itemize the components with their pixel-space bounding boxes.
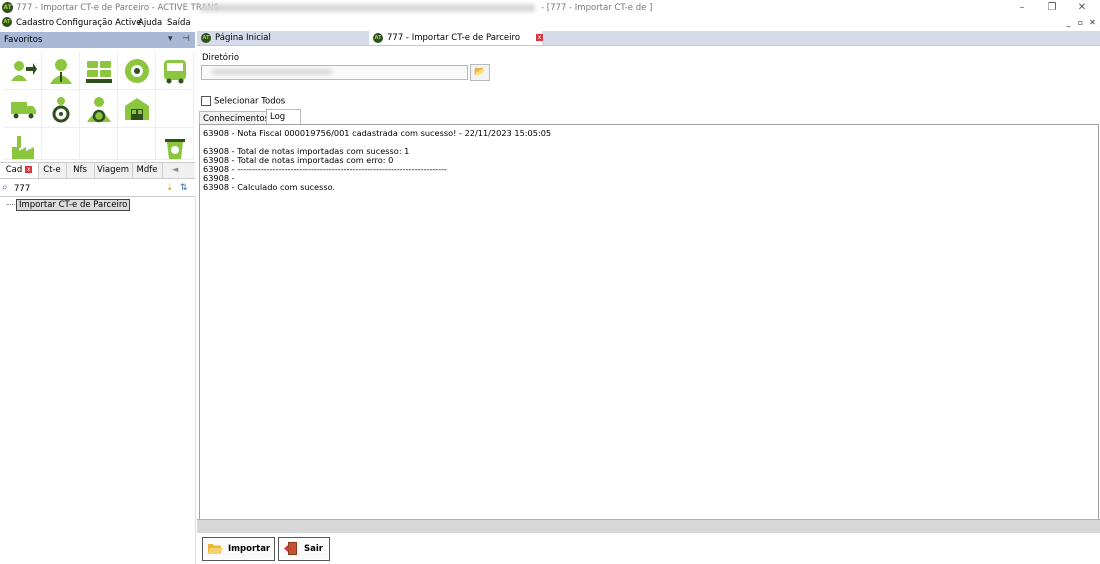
select-all-checkbox[interactable]: Selecionar Todos (201, 96, 285, 107)
redacted-directory-path (212, 69, 332, 75)
close-window-button[interactable]: ✕ (1068, 1, 1096, 15)
fav-bus[interactable] (156, 52, 194, 90)
sort-down-icon[interactable]: ⇣ (166, 183, 174, 193)
search-icon: ⌕ (2, 182, 8, 193)
bus-group-icon (86, 61, 112, 83)
tab-nfs[interactable]: Nfs (66, 163, 95, 178)
menu-saida[interactable]: Saída (167, 18, 191, 28)
fav-truck[interactable] (4, 90, 42, 128)
menu-configuracao[interactable]: Configuração Active (56, 18, 141, 28)
mdi-restore-button[interactable]: ▫ (1075, 18, 1086, 28)
factory-icon (12, 136, 34, 159)
fav-empty-slot (118, 128, 156, 160)
sort-toggle-icon[interactable]: ⇅ (180, 183, 188, 193)
fav-person[interactable] (42, 52, 80, 90)
exit-button[interactable]: Sair (278, 537, 330, 561)
window-title-suffix: - [777 - Importar CT-e de ] (541, 3, 653, 13)
tabs-scroll-left-icon[interactable]: ◄ (168, 163, 182, 178)
menu-logo-icon: AT (2, 17, 12, 27)
fav-recycle-bin[interactable] (156, 128, 194, 160)
tab-mdfe[interactable]: Mdfe (132, 163, 163, 178)
fav-empty-slot (156, 90, 194, 128)
user-arrow-icon (11, 61, 37, 81)
fav-warehouse[interactable] (118, 90, 156, 128)
log-panel[interactable]: 63908 - Nota Fiscal 000019756/001 cadast… (199, 124, 1099, 520)
folder-icon (208, 544, 223, 554)
tab-pagina-inicial-label: Página Inicial (215, 33, 271, 43)
minimize-button[interactable]: – (1008, 1, 1036, 15)
tab-cte[interactable]: Ct-e (38, 163, 67, 178)
tab-logo-icon: AT (373, 32, 383, 43)
tab-importar-cte[interactable]: AT 777 - Importar CT-e de Parceiro x (369, 31, 544, 45)
tab-importar-cte-label: 777 - Importar CT-e de Parceiro (387, 33, 521, 43)
import-button-label: Importar (228, 544, 271, 554)
app-logo-icon: AT (2, 2, 13, 13)
tab-pagina-inicial[interactable]: AT Página Inicial (201, 31, 271, 45)
tab-logo-icon: AT (201, 32, 211, 43)
tree-panel: Importar CT-e de Parceiro (0, 197, 196, 564)
fav-empty-slot (42, 128, 80, 160)
checkbox-box[interactable] (201, 96, 211, 106)
mdi-close-button[interactable]: ✕ (1087, 18, 1098, 28)
menu-ajuda[interactable]: Ajuda (138, 18, 162, 28)
folder-open-icon: 📂 (474, 67, 486, 77)
steering-person-icon (52, 97, 70, 123)
favorites-header: Favoritos ▾ ⊣ (0, 32, 195, 48)
tab-cad-label: Cad (5, 165, 23, 175)
truck-icon (11, 102, 36, 119)
import-button[interactable]: Importar (202, 537, 275, 561)
recycle-bin-icon (165, 139, 185, 159)
maximize-button[interactable]: ❐ (1038, 1, 1066, 15)
fav-steering-person[interactable] (42, 90, 80, 128)
search-input[interactable]: 777 (14, 184, 30, 194)
log-line: 63908 - Nota Fiscal 000019756/001 cadast… (203, 128, 552, 138)
warehouse-icon (125, 98, 149, 120)
tree-item-importar-cte[interactable]: Importar CT-e de Parceiro (16, 199, 131, 211)
redacted-title-area (200, 4, 535, 12)
log-line: 63908 - --------------------------------… (203, 164, 447, 174)
exit-button-label: Sair (304, 544, 323, 554)
log-line: 63908 - Calculado com sucesso. (203, 182, 336, 192)
left-tab-strip: Cad x Ct-e Nfs Viagem Mdfe ◄ (0, 162, 195, 179)
fav-empty-slot (80, 128, 118, 160)
tree-connector (7, 204, 15, 205)
fav-bus-group[interactable] (80, 52, 118, 90)
fav-user-arrow[interactable] (4, 52, 42, 90)
tab-viagem[interactable]: Viagem (94, 163, 133, 178)
person-icon (50, 59, 72, 84)
favorites-dropdown-icon[interactable]: ▾ (168, 34, 173, 44)
bus-icon (164, 60, 186, 84)
window-title: 777 - Importar CT-e de Parceiro - ACTIVE… (16, 3, 219, 13)
driver-icon (87, 97, 111, 123)
directory-label: Diretório (202, 53, 240, 63)
search-row: ⌕ 777 ⇣ ⇅ (0, 182, 195, 197)
favorites-grid (0, 48, 195, 162)
document-tab-strip: AT Página Inicial AT 777 - Importar CT-e d… (197, 31, 1100, 46)
tire-icon (125, 59, 149, 83)
title-bar: AT 777 - Importar CT-e de Parceiro - ACT… (0, 0, 1100, 16)
browse-folder-button[interactable]: 📂 (470, 64, 490, 81)
fav-driver[interactable] (80, 90, 118, 128)
favorites-title: Favoritos (4, 35, 43, 45)
fav-factory[interactable] (4, 128, 42, 160)
menu-bar: AT Cadastro Configuração Active Ajuda Sa… (0, 16, 1100, 30)
mdi-minimize-button[interactable]: _ (1063, 18, 1074, 28)
fav-tire[interactable] (118, 52, 156, 90)
status-bar (197, 519, 1100, 533)
tab-cad[interactable]: Cad x (0, 163, 39, 178)
tab-close-icon[interactable]: x (536, 34, 544, 41)
select-all-label: Selecionar Todos (214, 96, 286, 107)
exit-door-icon (284, 542, 297, 555)
tab-cad-close-icon[interactable]: x (25, 166, 33, 173)
favorites-pin-icon[interactable]: ⊣ (182, 34, 190, 44)
directory-input[interactable] (201, 65, 468, 80)
menu-cadastro[interactable]: Cadastro (16, 18, 54, 28)
